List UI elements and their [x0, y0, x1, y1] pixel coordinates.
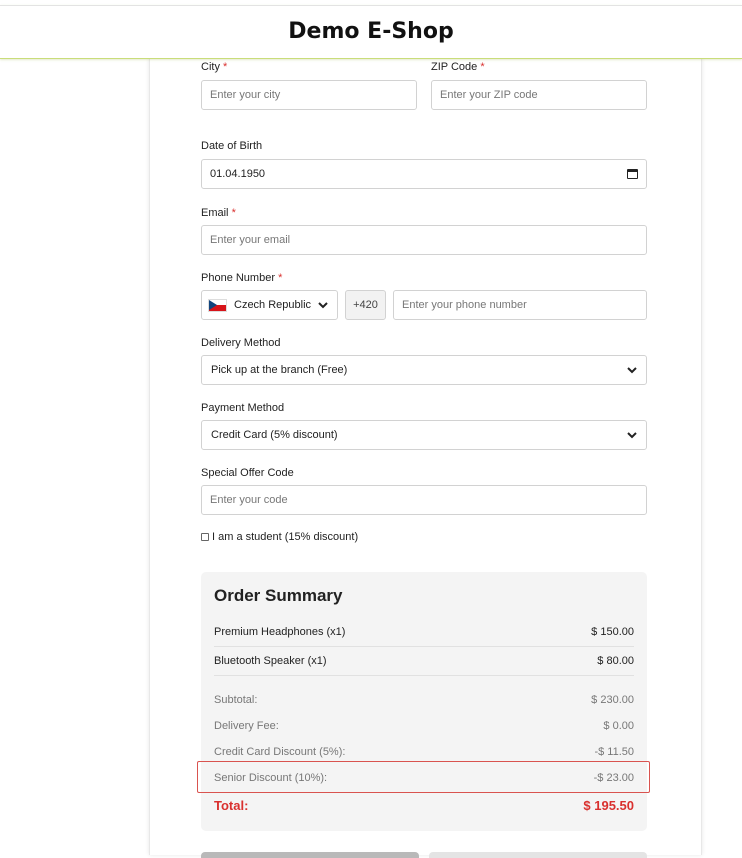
- site-header: Demo E-Shop: [0, 5, 742, 59]
- delivery-select[interactable]: Pick up at the branch (Free): [201, 355, 647, 385]
- payment-label: Payment Method: [201, 402, 285, 414]
- divider: [214, 646, 634, 647]
- total-value: $ 195.50: [583, 798, 634, 813]
- shop-title: Demo E-Shop: [288, 19, 454, 44]
- student-checkbox-row[interactable]: I am a student (15% discount): [201, 531, 358, 543]
- email-label: Email *: [201, 207, 236, 219]
- offer-code-input[interactable]: Enter your code: [201, 485, 647, 515]
- delivery-fee-value: $ 0.00: [603, 720, 634, 732]
- required-mark: *: [480, 61, 485, 73]
- subtotal-row: Subtotal: $ 230.00: [214, 694, 634, 706]
- back-button[interactable]: [201, 852, 419, 858]
- zip-input[interactable]: Enter your ZIP code: [431, 80, 647, 110]
- student-checkbox-label: I am a student (15% discount): [212, 531, 359, 543]
- delivery-fee-row: Delivery Fee: $ 0.00: [214, 720, 634, 732]
- required-mark: *: [223, 61, 228, 73]
- phone-prefix: +420: [345, 290, 386, 320]
- offer-code-label: Special Offer Code: [201, 467, 294, 479]
- country-value: Czech Republic: [234, 299, 312, 311]
- card-discount-row: Credit Card Discount (5%): -$ 11.50: [214, 746, 634, 758]
- city-input[interactable]: Enter your city: [201, 80, 417, 110]
- item-name: Bluetooth Speaker (x1): [214, 655, 327, 667]
- item-price: $ 150.00: [591, 626, 634, 638]
- senior-discount-highlight: [197, 761, 650, 793]
- phone-input[interactable]: Enter your phone number: [393, 290, 647, 320]
- chevron-down-icon: [627, 432, 637, 439]
- item-price: $ 80.00: [597, 655, 634, 667]
- dob-input[interactable]: 01.04.1950: [201, 159, 647, 189]
- delivery-label: Delivery Method: [201, 337, 281, 349]
- delivery-value: Pick up at the branch (Free): [211, 364, 348, 376]
- country-select[interactable]: Czech Republic: [201, 290, 338, 320]
- subtotal-label: Subtotal:: [214, 694, 258, 706]
- email-input[interactable]: Enter your email: [201, 225, 647, 255]
- city-label: City *: [201, 61, 228, 73]
- summary-item: Bluetooth Speaker (x1) $ 80.00: [214, 655, 634, 667]
- order-summary-title: Order Summary: [214, 586, 343, 605]
- total-label: Total:: [214, 798, 249, 813]
- calendar-icon[interactable]: [627, 169, 638, 179]
- dob-label: Date of Birth: [201, 140, 263, 152]
- payment-select[interactable]: Credit Card (5% discount): [201, 420, 647, 450]
- required-mark: *: [278, 272, 283, 284]
- card-discount-label: Credit Card Discount (5%):: [214, 746, 346, 758]
- summary-item: Premium Headphones (x1) $ 150.00: [214, 626, 634, 638]
- dob-value: 01.04.1950: [210, 168, 266, 180]
- chevron-down-icon: [318, 302, 328, 309]
- delivery-fee-label: Delivery Fee:: [214, 720, 279, 732]
- payment-value: Credit Card (5% discount): [211, 429, 338, 441]
- phone-label: Phone Number *: [201, 272, 283, 284]
- czech-flag-icon: [208, 298, 227, 312]
- required-mark: *: [231, 207, 236, 219]
- subtotal-value: $ 230.00: [591, 694, 634, 706]
- zip-label: ZIP Code *: [431, 61, 485, 73]
- chevron-down-icon: [627, 367, 637, 374]
- total-row: Total: $ 195.50: [214, 798, 634, 813]
- divider: [214, 675, 634, 676]
- submit-button[interactable]: [429, 852, 647, 858]
- item-name: Premium Headphones (x1): [214, 626, 346, 638]
- card-discount-value: -$ 11.50: [594, 746, 634, 758]
- student-checkbox[interactable]: [201, 533, 209, 541]
